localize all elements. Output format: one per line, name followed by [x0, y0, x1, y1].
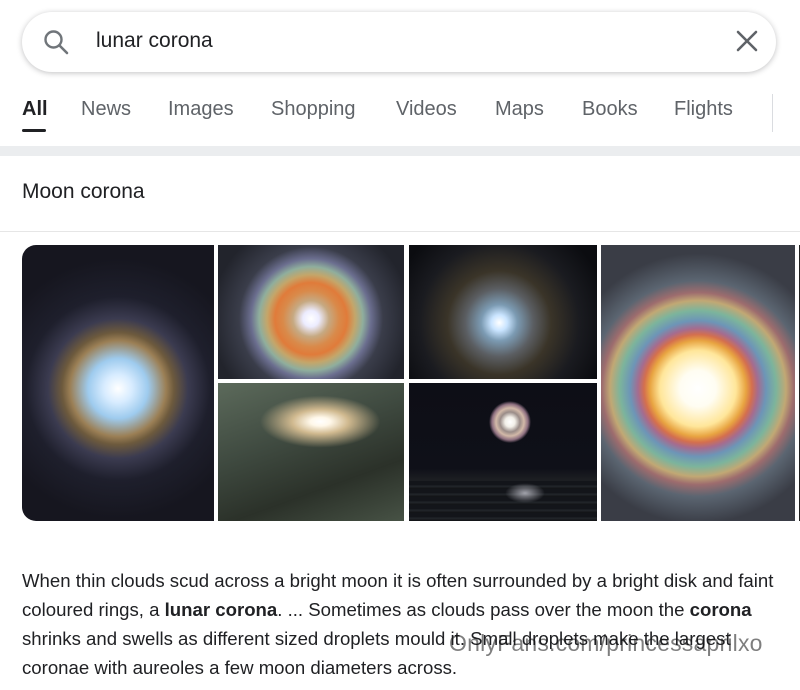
- tab-news[interactable]: News: [81, 98, 131, 121]
- tab-flights[interactable]: Flights: [674, 98, 733, 121]
- water-reflection: [409, 481, 597, 521]
- tab-shopping[interactable]: Shopping: [271, 98, 356, 121]
- tabs-divider: [772, 94, 773, 132]
- watermark: OnlyFans.com/princessaprilxo: [449, 630, 763, 656]
- search-input[interactable]: lunar corona: [96, 29, 213, 53]
- search-icon[interactable]: [42, 28, 70, 56]
- image-moon-corona-5[interactable]: [218, 383, 404, 521]
- moon-ring: [489, 401, 531, 443]
- tab-images[interactable]: Images: [168, 98, 234, 121]
- description-snippet: When thin clouds scud across a bright mo…: [22, 566, 782, 682]
- tab-all[interactable]: All: [22, 98, 48, 121]
- reflection-glow: [505, 483, 545, 503]
- image-moon-corona-6[interactable]: [409, 383, 597, 521]
- section-divider: [0, 231, 800, 232]
- tab-videos[interactable]: Videos: [396, 98, 457, 121]
- close-icon[interactable]: [734, 28, 760, 54]
- tab-maps[interactable]: Maps: [495, 98, 544, 121]
- image-moon-corona-2[interactable]: [218, 245, 404, 379]
- tab-books[interactable]: Books: [582, 98, 638, 121]
- active-tab-indicator: [22, 129, 46, 132]
- image-moon-corona-4[interactable]: [601, 245, 795, 521]
- search-tabs: All News Images Shopping Videos Maps Boo…: [0, 92, 800, 138]
- section-separator: [0, 146, 800, 156]
- image-moon-corona-3[interactable]: [409, 245, 597, 379]
- search-bar[interactable]: lunar corona: [22, 12, 776, 72]
- description-bold-2: corona: [689, 599, 752, 620]
- description-text-2: . ... Sometimes as clouds pass over the …: [277, 599, 690, 620]
- image-moon-corona-1[interactable]: [22, 245, 214, 521]
- description-bold-1: lunar corona: [164, 599, 278, 620]
- section-title: Moon corona: [22, 180, 145, 203]
